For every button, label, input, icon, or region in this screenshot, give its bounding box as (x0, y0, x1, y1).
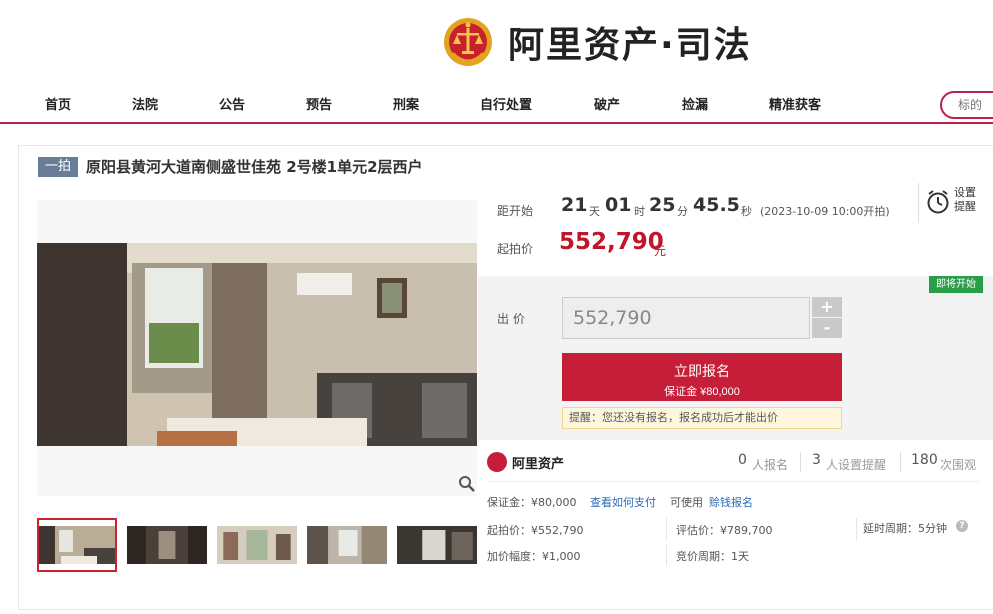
help-icon[interactable]: ? (956, 520, 968, 532)
site-logo[interactable]: 阿里资产·司法 (442, 12, 752, 72)
search-input[interactable] (958, 98, 993, 112)
reminder-count: 3 (812, 452, 821, 468)
info-divider (666, 544, 667, 566)
info-divider (666, 518, 667, 540)
thumbnail-5[interactable] (397, 518, 477, 572)
search-icon (952, 104, 953, 106)
delay-period-info: 延时周期：5分钟 (863, 522, 947, 535)
info-divider (856, 518, 857, 540)
bedroom-photo (37, 243, 477, 446)
reminder-count-label: 人设置提醒 (826, 458, 887, 472)
signup-button-label: 立即报名 (674, 362, 730, 379)
divider (487, 481, 979, 482)
auction-start-time: (2023-10-09 10:00开拍) (760, 205, 890, 218)
decrease-bid-button[interactable]: - (812, 318, 842, 338)
alarm-clock-icon (927, 190, 949, 214)
signup-button[interactable]: 立即报名 保证金 ¥80,000 (562, 353, 842, 401)
nav-criminal[interactable]: 刑案 (393, 94, 419, 113)
thumbnail-image (397, 526, 477, 564)
countdown-label: 距开始 (497, 204, 534, 218)
nav-home[interactable]: 首页 (45, 94, 71, 113)
thumbnail-image (217, 526, 297, 564)
thumbnail-image (127, 526, 207, 564)
countdown-days-unit: 天 (589, 205, 600, 218)
thumbnail-image (39, 526, 115, 564)
start-price-label: 起拍价 (497, 242, 534, 256)
start-price-info: 起拍价：¥552,790 (487, 524, 584, 537)
how-to-pay-link[interactable]: 查看如何支付 (590, 494, 656, 510)
brand-title: 阿里资产·司法 (508, 25, 752, 66)
nav-precise-customer[interactable]: 精准获客 (769, 94, 821, 113)
can-use-text: 可使用 (670, 496, 703, 509)
thumbnail-3[interactable] (217, 518, 297, 572)
ali-asset-brand: 阿里资产 (512, 457, 565, 472)
credit-signup-link[interactable]: 赊钱报名 (709, 494, 753, 510)
signup-deposit-label: 保证金 ¥80,000 (664, 385, 740, 398)
deposit-info: 保证金：¥80,000 (487, 496, 577, 509)
stat-divider (800, 452, 801, 472)
bid-input[interactable] (562, 297, 810, 339)
countdown-hours-unit: 时 (634, 205, 645, 218)
thumbnail-image (307, 526, 387, 564)
view-count-label: 次围观 (940, 458, 977, 472)
item-title: 原阳县黄河大道南侧盛世佳苑 2号楼1单元2层西户 (86, 158, 423, 176)
stat-divider (900, 452, 901, 472)
nav-bargain[interactable]: 捡漏 (682, 94, 708, 113)
countdown-minutes-unit: 分 (677, 205, 688, 218)
countdown-seconds-unit: 秒 (741, 205, 752, 218)
set-reminder-label: 设置提醒 (954, 186, 976, 213)
nav-court[interactable]: 法院 (132, 94, 158, 113)
ali-asset-logo-icon (487, 452, 507, 472)
countdown-hours: 01 (605, 194, 632, 216)
thumbnail-4[interactable] (307, 518, 387, 572)
nav-bankruptcy[interactable]: 破产 (594, 94, 620, 113)
countdown-minutes: 25 (649, 194, 676, 216)
signup-tip: 提醒：您还没有报名，报名成功后才能出价 (562, 407, 842, 429)
search-box[interactable] (940, 91, 993, 119)
signup-count-label: 人报名 (752, 458, 789, 472)
countdown-seconds: 45.5 (693, 194, 740, 216)
increment-info: 加价幅度：¥1,000 (487, 550, 581, 563)
thumbnail-1[interactable] (37, 518, 117, 572)
start-price-value: 552,790 (559, 229, 664, 255)
zoom-icon[interactable] (458, 475, 476, 493)
view-count: 180 (911, 452, 938, 468)
bid-label: 出 价 (497, 312, 525, 326)
appraisal-info: 评估价：¥789,700 (676, 524, 773, 537)
nav-self-disposal[interactable]: 自行处置 (480, 94, 532, 113)
nav-announcement[interactable]: 公告 (219, 94, 245, 113)
main-nav: 首页 法院 公告 预告 刑案 自行处置 破产 捡漏 精准获客 (0, 84, 993, 124)
round-badge: 一拍 (38, 157, 78, 177)
status-badge: 即将开始 (929, 276, 983, 293)
main-image[interactable] (37, 243, 477, 446)
thumbnail-2[interactable] (127, 518, 207, 572)
signup-count: 0 (738, 452, 747, 468)
countdown-days: 21 (561, 194, 588, 216)
increase-bid-button[interactable]: + (812, 297, 842, 317)
nav-preview[interactable]: 预告 (306, 94, 332, 113)
start-price-unit: 元 (654, 244, 667, 258)
court-emblem-icon (444, 18, 492, 66)
bid-period-info: 竞价周期：1天 (676, 550, 749, 563)
